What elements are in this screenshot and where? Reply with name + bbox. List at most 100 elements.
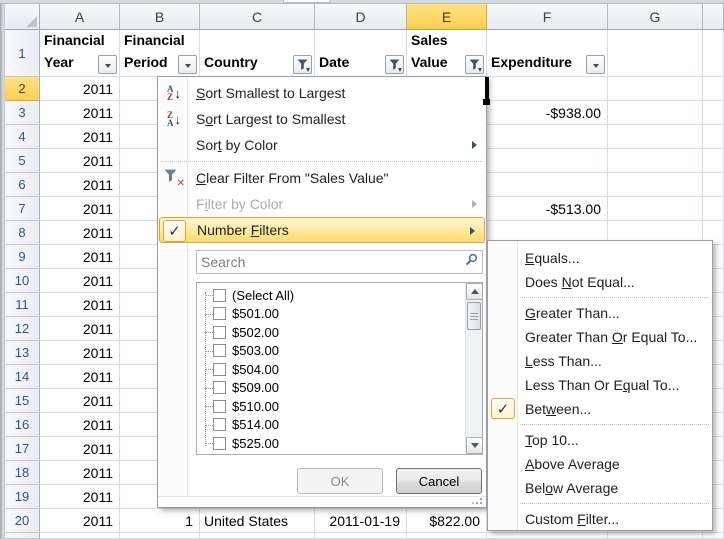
checkbox[interactable]	[213, 418, 226, 431]
cell-E20[interactable]: $822.00	[407, 509, 487, 533]
select-all-corner[interactable]	[5, 4, 40, 30]
cell-G3[interactable]	[608, 101, 703, 125]
cell-A4[interactable]: 2011	[40, 125, 120, 149]
row-header-15[interactable]: 15	[5, 389, 40, 413]
cell[interactable]	[200, 533, 315, 539]
cell-A9[interactable]: 2011	[40, 245, 120, 269]
row-header-partial[interactable]	[5, 533, 40, 539]
row-header-10[interactable]: 10	[5, 269, 40, 293]
filter-button-date[interactable]	[385, 55, 404, 74]
filter-value-item[interactable]: (Select All)	[197, 286, 464, 305]
menu-item-filter-by-color[interactable]: Filter by Color	[158, 191, 486, 217]
filter-button-sales-value[interactable]	[465, 55, 484, 74]
filter-button-country[interactable]	[293, 55, 312, 74]
row-header-9[interactable]: 9	[5, 245, 40, 269]
row-header-19[interactable]: 19	[5, 485, 40, 509]
checkbox[interactable]	[213, 289, 226, 302]
column-header-E[interactable]: E	[407, 4, 487, 30]
row-header-14[interactable]: 14	[5, 365, 40, 389]
cancel-button[interactable]: Cancel	[396, 468, 482, 494]
row-header-16[interactable]: 16	[5, 413, 40, 437]
cell-A13[interactable]: 2011	[40, 341, 120, 365]
ok-button[interactable]: OK	[297, 468, 383, 494]
cell-A5[interactable]: 2011	[40, 149, 120, 173]
cell-A2[interactable]: 2011	[40, 77, 120, 101]
cell-H3[interactable]	[703, 101, 724, 125]
filter-value-item[interactable]: $501.00	[197, 305, 464, 324]
submenu-item-top-10[interactable]: Top 10...	[488, 428, 712, 452]
cell-H4[interactable]	[703, 125, 724, 149]
submenu-item-between[interactable]: ✓Between...	[488, 397, 712, 421]
filter-value-item[interactable]: $525.00	[197, 434, 464, 453]
cell-A10[interactable]: 2011	[40, 269, 120, 293]
column-header-C[interactable]: C	[200, 4, 315, 30]
cell-A18[interactable]: 2011	[40, 461, 120, 485]
filter-value-item-partial[interactable]	[197, 453, 464, 455]
row-header-17[interactable]: 17	[5, 437, 40, 461]
filter-value-item[interactable]: $509.00	[197, 379, 464, 398]
row-header-11[interactable]: 11	[5, 293, 40, 317]
cell-G7[interactable]	[608, 197, 703, 221]
submenu-item-does-not-equal[interactable]: Does Not Equal...	[488, 270, 712, 294]
submenu-item-below-average[interactable]: Below Average	[488, 476, 712, 500]
menu-item-sort-largest-to-smallest[interactable]: ZA↓Sort Largest to Smallest	[158, 106, 486, 132]
row-header-6[interactable]: 6	[5, 173, 40, 197]
checkbox[interactable]	[213, 400, 226, 413]
cell[interactable]	[487, 533, 608, 539]
cell-H7[interactable]	[703, 197, 724, 221]
scroll-up-icon[interactable]	[466, 283, 483, 300]
cell-A16[interactable]: 2011	[40, 413, 120, 437]
row-header-8[interactable]: 8	[5, 221, 40, 245]
cell-H5[interactable]	[703, 149, 724, 173]
cell-D20[interactable]: 2011-01-19	[315, 509, 407, 533]
cell-F4[interactable]	[487, 125, 608, 149]
checkbox[interactable]	[213, 381, 226, 394]
cell-G2[interactable]	[608, 77, 703, 101]
filter-button-financial-year[interactable]	[98, 55, 117, 74]
cell-F6[interactable]	[487, 173, 608, 197]
cell-A17[interactable]: 2011	[40, 437, 120, 461]
row-header-18[interactable]: 18	[5, 461, 40, 485]
row-header-2[interactable]: 2	[5, 77, 40, 101]
row-header-1[interactable]: 1	[5, 30, 40, 77]
cell-G5[interactable]	[608, 149, 703, 173]
column-header-G[interactable]: G	[608, 4, 703, 30]
fill-handle[interactable]	[483, 99, 490, 105]
submenu-item-greater-than[interactable]: Greater Than...	[488, 301, 712, 325]
checkbox[interactable]	[213, 344, 226, 357]
column-header-partial[interactable]	[703, 4, 724, 30]
cell-F2[interactable]	[487, 77, 608, 101]
cell-G4[interactable]	[608, 125, 703, 149]
scrollbar-thumb[interactable]	[467, 302, 481, 330]
cell-A11[interactable]: 2011	[40, 293, 120, 317]
filter-value-item[interactable]: $510.00	[197, 397, 464, 416]
row-header-20[interactable]: 20	[5, 509, 40, 533]
row-header-12[interactable]: 12	[5, 317, 40, 341]
cell-A20[interactable]: 2011	[40, 509, 120, 533]
cell-A15[interactable]: 2011	[40, 389, 120, 413]
cell-A7[interactable]: 2011	[40, 197, 120, 221]
row-header-3[interactable]: 3	[5, 101, 40, 125]
filter-value-item[interactable]: $504.00	[197, 360, 464, 379]
cell-A14[interactable]: 2011	[40, 365, 120, 389]
column-header-B[interactable]: B	[120, 4, 200, 30]
cell[interactable]	[120, 533, 200, 539]
column-header-D[interactable]: D	[315, 4, 407, 30]
filter-value-item[interactable]: $514.00	[197, 416, 464, 435]
search-input[interactable]	[197, 254, 465, 270]
cell-H6[interactable]	[703, 173, 724, 197]
filter-button-expenditure[interactable]	[586, 55, 605, 74]
cell[interactable]	[703, 533, 724, 539]
cell-F7[interactable]: -$513.00	[487, 197, 608, 221]
submenu-item-greater-than-or-equal-to[interactable]: Greater Than Or Equal To...	[488, 325, 712, 349]
resize-grip[interactable]	[480, 498, 482, 500]
cell-A12[interactable]: 2011	[40, 317, 120, 341]
checkbox[interactable]	[213, 326, 226, 339]
cell[interactable]	[703, 30, 724, 77]
cell[interactable]	[407, 533, 487, 539]
cell-F3[interactable]: -$938.00	[487, 101, 608, 125]
submenu-item-custom-filter[interactable]: Custom Filter...	[488, 507, 712, 531]
menu-item-sort-smallest-to-largest[interactable]: AZ↓Sort Smallest to Largest	[158, 80, 486, 106]
cell-B20[interactable]: 1	[120, 509, 200, 533]
menu-item-clear-filter-from-sales-value[interactable]: ✕Clear Filter From "Sales Value"	[158, 165, 486, 191]
